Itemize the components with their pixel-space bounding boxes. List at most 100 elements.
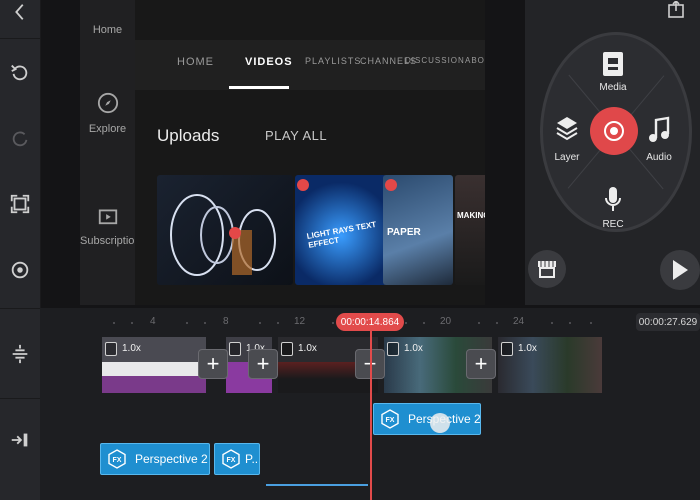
- rec-button[interactable]: [604, 186, 622, 219]
- playhead-time[interactable]: 00:00:14.864: [336, 313, 404, 331]
- clip-speed: 1.0x: [298, 343, 317, 354]
- video-preview[interactable]: Home Explore Subscriptions HOME VIDEOS P…: [80, 0, 485, 305]
- fx-icon: FX: [381, 409, 399, 429]
- undo-icon: [11, 64, 28, 81]
- video-thumbnail: [157, 175, 293, 285]
- align-button[interactable]: [0, 334, 40, 374]
- undo-button[interactable]: [0, 52, 40, 92]
- clip-marker: [105, 342, 117, 356]
- redo-icon: [12, 131, 28, 147]
- audio-label: Audio: [646, 152, 672, 163]
- crop-button[interactable]: [0, 184, 40, 224]
- clip-speed: 1.0x: [518, 343, 537, 354]
- preview-nav-subscriptions: Subscriptions: [80, 204, 146, 247]
- effect-layer-label: P...: [245, 452, 260, 466]
- video-thumbnail: PAPER: [383, 175, 453, 285]
- play-button[interactable]: [660, 250, 700, 290]
- video-thumbnail: MAKING: [455, 175, 485, 285]
- store-icon: [538, 261, 556, 278]
- play-all-label: PLAY ALL: [265, 128, 328, 143]
- back-icon: [15, 4, 24, 20]
- plus-icon: +: [256, 351, 270, 376]
- media-button[interactable]: [601, 50, 625, 83]
- add-transition-button[interactable]: +: [248, 349, 278, 379]
- subscriptions-icon: [98, 209, 117, 225]
- export-icon: [668, 1, 684, 18]
- timeline-tick: 12: [294, 316, 306, 327]
- export-button[interactable]: [658, 0, 694, 20]
- clip-marker: [281, 342, 293, 356]
- video-clip[interactable]: 1.0x: [498, 337, 602, 393]
- clip-marker: [229, 342, 241, 356]
- clip-marker: [501, 342, 513, 356]
- layer-button[interactable]: [555, 115, 579, 146]
- timeline-tick: 20: [440, 316, 452, 327]
- layer-icon: [556, 117, 578, 141]
- preview-tab: PLAYLISTS: [305, 56, 362, 66]
- preview-tab-active: VIDEOS: [245, 56, 293, 68]
- preview-tab: DISCUSSION: [405, 56, 465, 65]
- audio-button[interactable]: [648, 116, 670, 149]
- redo-button[interactable]: [0, 118, 40, 158]
- back-button[interactable]: [0, 0, 40, 24]
- preview-tabs: HOME VIDEOS PLAYLISTS CHANNELS DISCUSSIO…: [135, 40, 485, 90]
- asset-store-button[interactable]: [528, 250, 566, 288]
- preview-nav-explore: Explore: [80, 92, 135, 135]
- clip-marker: [387, 342, 399, 356]
- clip-speed: 1.0x: [404, 343, 423, 354]
- preview-channel-page: HOME VIDEOS PLAYLISTS CHANNELS DISCUSSIO…: [135, 0, 485, 305]
- audio-icon: [649, 116, 670, 142]
- play-icon: [673, 260, 688, 280]
- effect-layer-clip[interactable]: FX Perspective 2: [373, 403, 481, 435]
- plus-icon: +: [206, 351, 220, 376]
- settings-icon: [11, 261, 29, 279]
- rec-label: REC: [602, 219, 624, 230]
- touch-indicator: [430, 413, 450, 433]
- uploads-heading: Uploads: [157, 126, 220, 145]
- preview-side-nav: Home Explore Subscriptions: [80, 0, 146, 305]
- collapse-button[interactable]: [0, 420, 40, 460]
- record-button[interactable]: [590, 107, 638, 155]
- collapse-icon: [11, 433, 28, 447]
- timeline-tick: 4: [150, 316, 156, 327]
- effect-layer-clip[interactable]: FX Perspective 2: [100, 443, 210, 475]
- clip-speed: 1.0x: [122, 343, 141, 354]
- clip-track: 1.0x 1.0x 1.0x 1.0x 1.0x + + − +: [102, 337, 602, 393]
- preview-nav-home: Home: [92, 24, 123, 36]
- total-duration: 00:00:27.629: [636, 313, 700, 331]
- svg-text:FX: FX: [386, 417, 395, 424]
- add-transition-button[interactable]: +: [198, 349, 228, 379]
- media-label: Media: [599, 82, 627, 93]
- preview-tab: ABOUT: [465, 56, 485, 65]
- fx-icon: FX: [108, 449, 126, 469]
- thumbnail-badge: [229, 227, 241, 239]
- thumbnail-title: MAKING: [457, 211, 485, 220]
- record-icon: [604, 121, 624, 141]
- align-icon: [12, 344, 28, 364]
- svg-text:FX: FX: [227, 457, 236, 464]
- thumbnail-title: LIGHT RAYS TEXT EFFECT: [306, 219, 377, 250]
- layer-label: Layer: [554, 152, 580, 163]
- plus-icon: +: [474, 351, 488, 376]
- effect-layer-label: Perspective 2: [135, 452, 208, 466]
- thumbnail-title: PAPER: [387, 227, 421, 238]
- thumbnail-badge: [297, 179, 309, 191]
- spiral-graphic: [170, 194, 276, 276]
- video-clip[interactable]: 1.0x: [102, 337, 206, 393]
- playhead[interactable]: [370, 325, 372, 500]
- video-thumbnail: LIGHT RAYS TEXT EFFECT: [295, 175, 387, 285]
- mic-icon: [605, 187, 621, 211]
- left-toolbar: [0, 0, 41, 500]
- thumbnail-badge: [385, 179, 397, 191]
- media-icon: [603, 52, 623, 76]
- compass-icon: [97, 92, 118, 114]
- preview-tab: HOME: [177, 56, 214, 68]
- timeline-tick: 24: [513, 316, 525, 327]
- add-transition-button[interactable]: +: [466, 349, 496, 379]
- settings-button[interactable]: [0, 250, 40, 290]
- effect-layer-clip[interactable]: FX P...: [214, 443, 260, 475]
- fx-icon: FX: [222, 449, 240, 469]
- svg-text:FX: FX: [113, 457, 122, 464]
- timeline-scrollbar[interactable]: [266, 484, 368, 486]
- active-tab-indicator: [229, 86, 289, 89]
